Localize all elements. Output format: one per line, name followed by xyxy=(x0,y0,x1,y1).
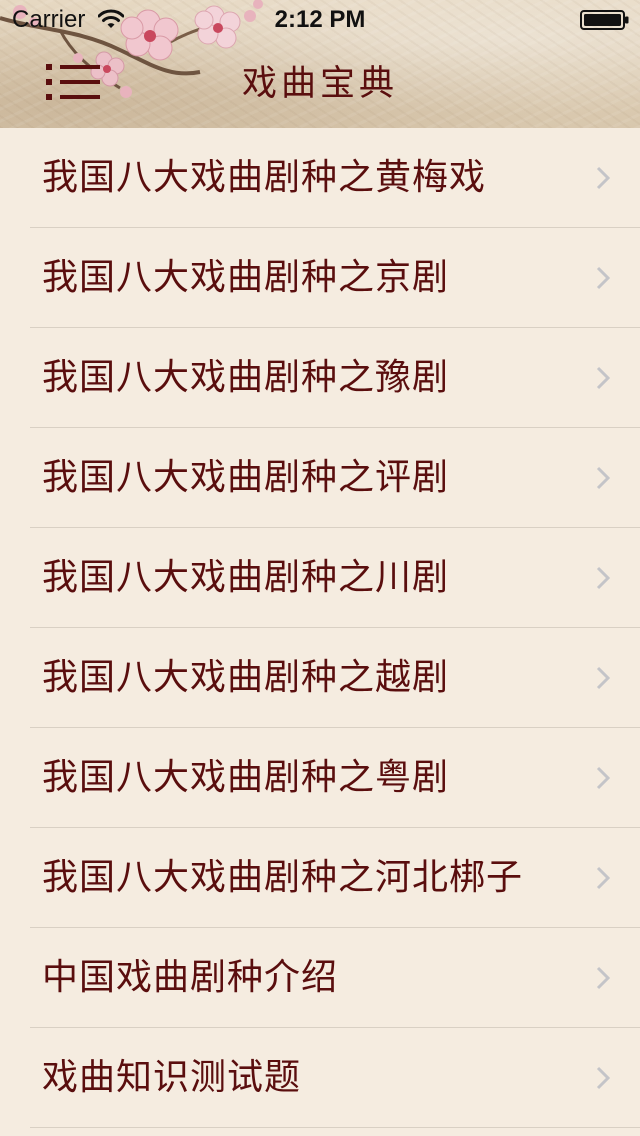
page-title: 戏曲宝典 xyxy=(241,64,398,104)
list-item-label: 戏曲知识测试题 xyxy=(42,1057,302,1098)
battery-icon xyxy=(580,10,629,30)
chevron-right-icon xyxy=(596,666,610,690)
status-bar: Carrier 2:12 PM xyxy=(0,0,640,40)
list-item-yu-opera[interactable]: 我国八大戏曲剧种之豫剧 xyxy=(0,328,640,428)
chevron-right-icon xyxy=(596,966,610,990)
list-item-label: 我国八大戏曲剧种之黄梅戏 xyxy=(42,157,487,198)
chevron-right-icon xyxy=(596,866,610,890)
list-item-hebei-bangzi[interactable]: 我国八大戏曲剧种之河北梆子 xyxy=(0,828,640,928)
list-item-label: 我国八大戏曲剧种之粤剧 xyxy=(42,757,450,798)
chevron-right-icon xyxy=(596,766,610,790)
list-item-huangmei-opera[interactable]: 我国八大戏曲剧种之黄梅戏 xyxy=(0,128,640,228)
list-item-opera-genres-intro[interactable]: 中国戏曲剧种介绍 xyxy=(0,928,640,1028)
list-item-label: 我国八大戏曲剧种之河北梆子 xyxy=(42,857,524,898)
chevron-right-icon xyxy=(596,366,610,390)
chevron-right-icon xyxy=(596,1066,610,1090)
nav-bar: 戏曲宝典 xyxy=(0,40,640,128)
list-item-ping-opera[interactable]: 我国八大戏曲剧种之评剧 xyxy=(0,428,640,528)
opera-topic-list: 我国八大戏曲剧种之黄梅戏 我国八大戏曲剧种之京剧 我国八大戏曲剧种之豫剧 我国八… xyxy=(0,128,640,1128)
list-item-label: 我国八大戏曲剧种之豫剧 xyxy=(42,357,450,398)
list-item-yue-opera[interactable]: 我国八大戏曲剧种之越剧 xyxy=(0,628,640,728)
list-item-sichuan-opera[interactable]: 我国八大戏曲剧种之川剧 xyxy=(0,528,640,628)
chevron-right-icon xyxy=(596,466,610,490)
chevron-right-icon xyxy=(596,566,610,590)
list-item-cantonese-opera[interactable]: 我国八大戏曲剧种之粤剧 xyxy=(0,728,640,828)
list-item-label: 我国八大戏曲剧种之越剧 xyxy=(42,657,450,698)
list-item-opera-quiz[interactable]: 戏曲知识测试题 xyxy=(0,1028,640,1128)
status-time: 2:12 PM xyxy=(274,6,366,33)
list-item-peking-opera[interactable]: 我国八大戏曲剧种之京剧 xyxy=(0,228,640,328)
chevron-right-icon xyxy=(596,266,610,290)
list-item-label: 我国八大戏曲剧种之川剧 xyxy=(42,557,450,598)
list-item-label: 我国八大戏曲剧种之评剧 xyxy=(42,457,450,498)
list-item-label: 我国八大戏曲剧种之京剧 xyxy=(42,257,450,298)
chevron-right-icon xyxy=(596,166,610,190)
navigation-header: Carrier 2:12 PM 戏曲宝典 xyxy=(0,0,640,128)
list-item-label: 中国戏曲剧种介绍 xyxy=(42,957,339,998)
